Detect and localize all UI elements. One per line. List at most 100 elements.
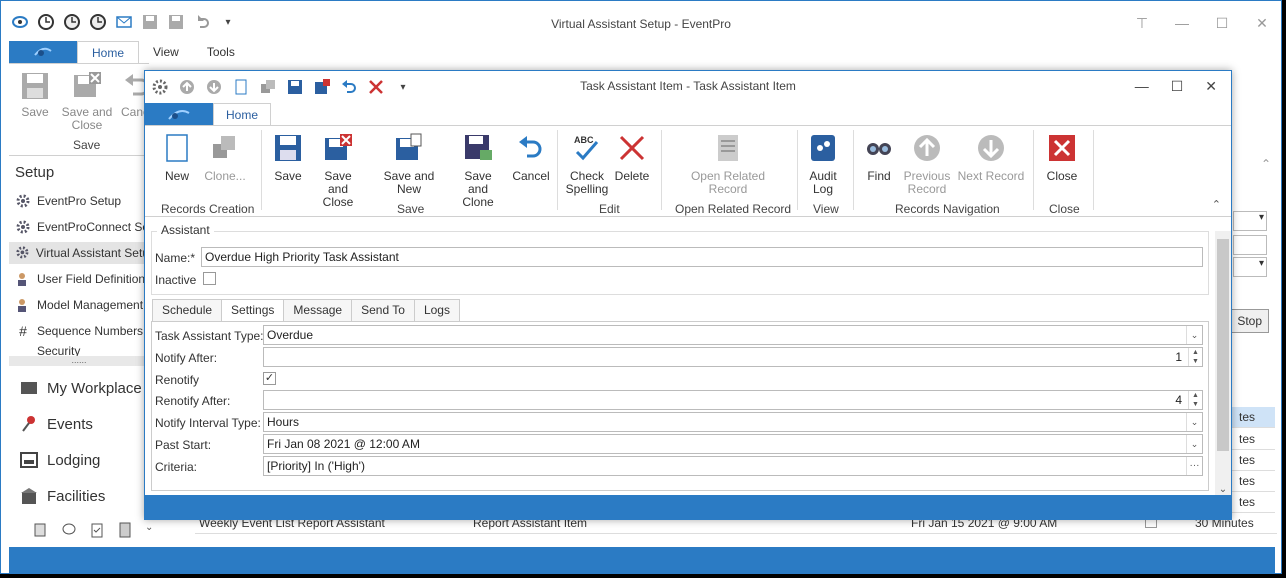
find-label: Find xyxy=(867,169,891,183)
tab-schedule[interactable]: Schedule xyxy=(152,299,223,321)
pushpin-icon xyxy=(19,414,39,434)
calculator-icon[interactable] xyxy=(117,522,133,538)
dialog-ribbon: New Clone... Records Creation Save Save … xyxy=(145,125,1231,217)
renotify-after-label: Renotify After: xyxy=(155,394,231,408)
delete-button[interactable]: Delete xyxy=(613,132,651,183)
chevron-up-icon[interactable]: ⌃ xyxy=(1261,157,1271,171)
clone-button[interactable]: Clone... xyxy=(203,132,247,183)
minimize-icon[interactable]: — xyxy=(1135,78,1149,95)
previous-record-button[interactable]: Previous Record xyxy=(901,132,953,196)
check-spelling-button[interactable]: ABC Check Spelling xyxy=(565,132,609,196)
chevron-down-icon[interactable]: ⌄ xyxy=(1186,326,1202,344)
vertical-scrollbar[interactable]: ⌄ xyxy=(1215,231,1231,495)
notify-interval-type-value: Hours xyxy=(267,415,300,429)
notify-interval-type-select[interactable]: Hours ⌄ xyxy=(263,412,1203,432)
save-close-button[interactable]: Save and Close xyxy=(59,70,115,132)
nav-item-model-management[interactable]: Model Management xyxy=(15,294,143,316)
tab-tools[interactable]: Tools xyxy=(193,41,249,63)
group-save-label: Save xyxy=(397,202,425,216)
collapse-ribbon-icon[interactable]: ⌃ xyxy=(1212,198,1221,211)
nav-my-workplace[interactable]: My Workplace xyxy=(19,378,142,398)
inactive-checkbox[interactable] xyxy=(203,272,216,285)
audit-log-button[interactable]: Audit Log xyxy=(807,132,839,196)
chevron-down-icon[interactable]: ⌄ xyxy=(1186,413,1202,431)
nav-item-eventproconnect-setup[interactable]: EventProConnect Setu xyxy=(15,216,159,238)
save-clone-button[interactable]: Save and Clone xyxy=(453,132,503,209)
chat-icon[interactable] xyxy=(61,522,77,538)
next-record-button[interactable]: Next Record xyxy=(957,132,1025,183)
cancel-button[interactable]: Cancel xyxy=(511,132,551,183)
user-icon xyxy=(15,271,31,287)
nav-item-label: Sequence Numbers xyxy=(37,324,144,338)
save-close-label: Save and Close xyxy=(61,105,113,132)
minimize-icon[interactable]: — xyxy=(1175,15,1189,32)
tab-home[interactable]: Home xyxy=(77,41,140,63)
maximize-icon[interactable]: ☐ xyxy=(1215,15,1229,32)
chevron-down-icon[interactable]: ⌄ xyxy=(1186,435,1202,453)
task-assistant-type-select[interactable]: Overdue ⌄ xyxy=(263,325,1203,345)
close-button[interactable]: Close xyxy=(1043,132,1081,183)
nav-item-virtual-assistant-setup[interactable]: Virtual Assistant Setu xyxy=(9,242,149,264)
dialog-file-menu-button[interactable] xyxy=(145,103,213,125)
chevron-down-icon[interactable]: ⌄ xyxy=(145,522,161,538)
new-document-icon xyxy=(161,132,193,164)
close-icon[interactable]: ✕ xyxy=(1255,15,1269,32)
dropdown-peek-2[interactable]: ▾ xyxy=(1233,257,1267,277)
save-clone-icon xyxy=(462,132,494,164)
renotify-checkbox[interactable]: ✓ xyxy=(263,372,276,385)
group-separator xyxy=(261,130,262,210)
ellipsis-icon[interactable]: ··· xyxy=(1186,457,1202,475)
nav-item-user-field-definition[interactable]: User Field Definition xyxy=(15,268,145,290)
check-spelling-label: Check Spelling xyxy=(565,169,609,196)
undo-icon xyxy=(515,132,547,164)
workplace-icon xyxy=(19,378,39,398)
new-button[interactable]: New xyxy=(159,132,195,183)
nav-lodging[interactable]: Lodging xyxy=(19,450,100,470)
chevron-down-icon[interactable]: ⌄ xyxy=(1215,484,1231,495)
svg-text:ABC: ABC xyxy=(574,135,594,145)
report-icon[interactable] xyxy=(33,522,49,538)
open-related-record-button[interactable]: Open Related Record xyxy=(687,132,769,196)
maximize-icon[interactable]: ☐ xyxy=(1171,78,1184,95)
dropdown-peek-1[interactable]: ▾ xyxy=(1233,211,1267,231)
save-new-button[interactable]: Save and New xyxy=(371,132,447,196)
clone-label: Clone... xyxy=(204,169,246,183)
clipboard-icon[interactable] xyxy=(89,522,105,538)
notify-after-input[interactable]: 1 ▲ ▼ xyxy=(263,347,1203,367)
tab-logs[interactable]: Logs xyxy=(413,299,460,321)
nav-events[interactable]: Events xyxy=(19,414,93,434)
save-close-icon xyxy=(322,132,354,164)
tab-home[interactable]: Home xyxy=(213,103,272,125)
close-icon[interactable]: ✕ xyxy=(1205,78,1217,95)
save-new-icon xyxy=(393,132,425,164)
save-close-button[interactable]: Save and Close xyxy=(313,132,363,209)
tab-view[interactable]: View xyxy=(139,41,193,63)
save-button[interactable]: Save xyxy=(271,132,305,183)
grid-cell-peek: tes xyxy=(1225,429,1275,450)
criteria-input[interactable]: [Priority] In ('High') ··· xyxy=(263,456,1203,476)
arrow-down-icon xyxy=(975,132,1007,164)
nav-splitter[interactable]: ...... xyxy=(9,356,149,366)
nav-item-sequence-numbers[interactable]: # Sequence Numbers xyxy=(15,320,143,342)
file-menu-button[interactable] xyxy=(9,41,77,63)
nav-item-eventpro-setup[interactable]: EventPro Setup xyxy=(15,190,121,212)
spin-icon[interactable]: ▲ ▼ xyxy=(1188,391,1202,409)
pin-icon[interactable]: ⊤ xyxy=(1135,15,1149,32)
past-start-select[interactable]: Fri Jan 08 2021 @ 12:00 AM ⌄ xyxy=(263,434,1203,454)
tab-settings[interactable]: Settings xyxy=(221,299,285,322)
spin-icon[interactable]: ▲ ▼ xyxy=(1188,348,1202,366)
find-button[interactable]: Find xyxy=(863,132,895,183)
scrollbar-thumb[interactable] xyxy=(1217,239,1229,451)
input-peek[interactable] xyxy=(1233,235,1267,255)
nav-facilities[interactable]: Facilities xyxy=(19,486,105,506)
grid-cell-peek: tes xyxy=(1225,492,1275,513)
tab-message[interactable]: Message xyxy=(283,299,353,321)
audit-log-icon xyxy=(807,132,839,164)
save-button[interactable]: Save xyxy=(17,70,53,119)
criteria-label: Criteria: xyxy=(155,460,198,474)
next-label: Next Record xyxy=(957,169,1025,183)
name-input[interactable]: Overdue High Priority Task Assistant xyxy=(201,247,1203,267)
tab-send-to[interactable]: Send To xyxy=(351,299,415,321)
renotify-after-input[interactable]: 4 ▲ ▼ xyxy=(263,390,1203,410)
left-navigation: Setup EventPro Setup EventProConnect Set… xyxy=(9,155,159,547)
